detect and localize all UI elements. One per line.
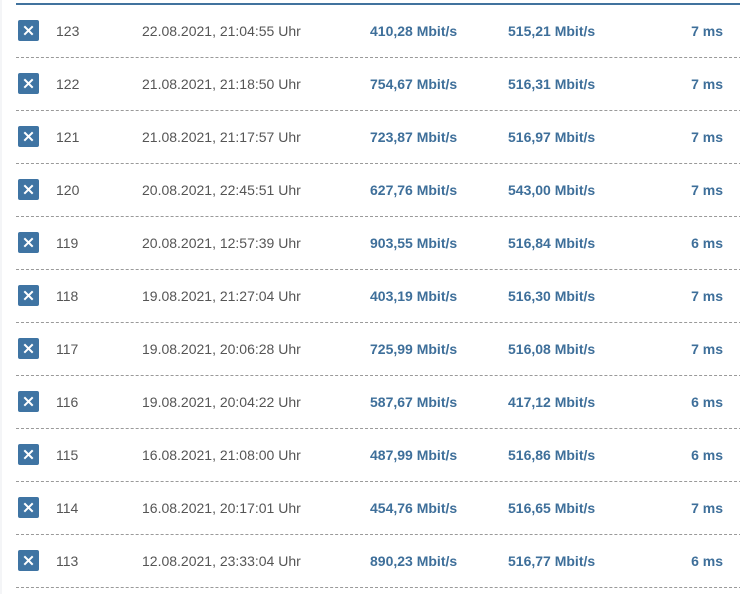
test-id: 121 — [56, 129, 80, 145]
ping-value: 6 ms — [691, 553, 723, 569]
download-speed: 454,76 Mbit/s — [370, 500, 458, 516]
upload-speed: 516,97 Mbit/s — [508, 129, 596, 145]
download-speed: 587,67 Mbit/s — [370, 394, 458, 410]
table-row: 121 21.08.2021, 21:17:57 Uhr 723,87 Mbit… — [16, 111, 740, 164]
ping-value: 7 ms — [691, 288, 723, 304]
table-row: 123 22.08.2021, 21:04:55 Uhr 410,28 Mbit… — [16, 5, 740, 58]
upload-speed: 516,77 Mbit/s — [508, 553, 596, 569]
ping-value: 6 ms — [691, 235, 723, 251]
close-icon — [23, 449, 34, 460]
download-speed: 890,23 Mbit/s — [370, 553, 458, 569]
ping-value: 6 ms — [691, 394, 723, 410]
delete-button[interactable] — [18, 550, 39, 571]
ping-value: 7 ms — [691, 500, 723, 516]
test-date: 20.08.2021, 12:57:39 Uhr — [142, 235, 301, 251]
upload-speed: 516,08 Mbit/s — [508, 341, 596, 357]
upload-speed: 516,65 Mbit/s — [508, 500, 596, 516]
upload-speed: 417,12 Mbit/s — [508, 394, 596, 410]
close-icon — [23, 131, 34, 142]
close-icon — [23, 25, 34, 36]
close-icon — [23, 502, 34, 513]
test-date: 16.08.2021, 21:08:00 Uhr — [142, 447, 301, 463]
close-icon — [23, 78, 34, 89]
close-icon — [23, 343, 34, 354]
table-row: 122 21.08.2021, 21:18:50 Uhr 754,67 Mbit… — [16, 58, 740, 111]
test-date: 19.08.2021, 20:04:22 Uhr — [142, 394, 301, 410]
delete-button[interactable] — [18, 232, 39, 253]
download-speed: 403,19 Mbit/s — [370, 288, 458, 304]
results-rows: 123 22.08.2021, 21:04:55 Uhr 410,28 Mbit… — [2, 5, 740, 588]
test-id: 120 — [56, 182, 80, 198]
download-speed: 754,67 Mbit/s — [370, 76, 458, 92]
ping-value: 7 ms — [691, 341, 723, 357]
table-row: 118 19.08.2021, 21:27:04 Uhr 403,19 Mbit… — [16, 270, 740, 323]
results-table: 123 22.08.2021, 21:04:55 Uhr 410,28 Mbit… — [2, 0, 740, 594]
test-id: 119 — [56, 235, 79, 251]
close-icon — [23, 184, 34, 195]
close-icon — [23, 555, 34, 566]
upload-speed: 516,31 Mbit/s — [508, 76, 596, 92]
ping-value: 7 ms — [691, 23, 723, 39]
table-row: 115 16.08.2021, 21:08:00 Uhr 487,99 Mbit… — [16, 429, 740, 482]
download-speed: 627,76 Mbit/s — [370, 182, 458, 198]
test-id: 118 — [56, 288, 79, 304]
page: 123 22.08.2021, 21:04:55 Uhr 410,28 Mbit… — [0, 0, 740, 594]
close-icon — [23, 290, 34, 301]
test-id: 123 — [56, 23, 80, 39]
download-speed: 410,28 Mbit/s — [370, 23, 458, 39]
ping-value: 7 ms — [691, 129, 723, 145]
delete-button[interactable] — [18, 497, 39, 518]
test-id: 113 — [56, 553, 79, 569]
delete-button[interactable] — [18, 338, 39, 359]
table-row: 114 16.08.2021, 20:17:01 Uhr 454,76 Mbit… — [16, 482, 740, 535]
ping-value: 7 ms — [691, 76, 723, 92]
close-icon — [23, 396, 34, 407]
table-row: 117 19.08.2021, 20:06:28 Uhr 725,99 Mbit… — [16, 323, 740, 376]
delete-button[interactable] — [18, 444, 39, 465]
delete-button[interactable] — [18, 20, 39, 41]
delete-button[interactable] — [18, 126, 39, 147]
download-speed: 487,99 Mbit/s — [370, 447, 458, 463]
test-date: 22.08.2021, 21:04:55 Uhr — [142, 23, 301, 39]
table-row: 116 19.08.2021, 20:04:22 Uhr 587,67 Mbit… — [16, 376, 740, 429]
test-date: 16.08.2021, 20:17:01 Uhr — [142, 500, 301, 516]
test-date: 21.08.2021, 21:17:57 Uhr — [142, 129, 301, 145]
test-date: 19.08.2021, 20:06:28 Uhr — [142, 341, 301, 357]
upload-speed: 516,30 Mbit/s — [508, 288, 596, 304]
upload-speed: 516,86 Mbit/s — [508, 447, 596, 463]
test-date: 21.08.2021, 21:18:50 Uhr — [142, 76, 301, 92]
delete-button[interactable] — [18, 73, 39, 94]
ping-value: 6 ms — [691, 447, 723, 463]
delete-button[interactable] — [18, 285, 39, 306]
test-id: 114 — [56, 500, 79, 516]
ping-value: 7 ms — [691, 182, 723, 198]
download-speed: 903,55 Mbit/s — [370, 235, 458, 251]
table-row: 119 20.08.2021, 12:57:39 Uhr 903,55 Mbit… — [16, 217, 740, 270]
test-id: 115 — [56, 447, 79, 463]
delete-button[interactable] — [18, 179, 39, 200]
delete-button[interactable] — [18, 391, 39, 412]
download-speed: 725,99 Mbit/s — [370, 341, 458, 357]
test-date: 20.08.2021, 22:45:51 Uhr — [142, 182, 301, 198]
upload-speed: 543,00 Mbit/s — [508, 182, 596, 198]
test-id: 117 — [56, 341, 79, 357]
close-icon — [23, 237, 34, 248]
download-speed: 723,87 Mbit/s — [370, 129, 458, 145]
test-date: 19.08.2021, 21:27:04 Uhr — [142, 288, 301, 304]
upload-speed: 516,84 Mbit/s — [508, 235, 596, 251]
table-row: 120 20.08.2021, 22:45:51 Uhr 627,76 Mbit… — [16, 164, 740, 217]
upload-speed: 515,21 Mbit/s — [508, 23, 596, 39]
test-id: 116 — [56, 394, 79, 410]
test-id: 122 — [56, 76, 80, 92]
test-date: 12.08.2021, 23:33:04 Uhr — [142, 553, 301, 569]
table-row: 113 12.08.2021, 23:33:04 Uhr 890,23 Mbit… — [16, 535, 740, 588]
